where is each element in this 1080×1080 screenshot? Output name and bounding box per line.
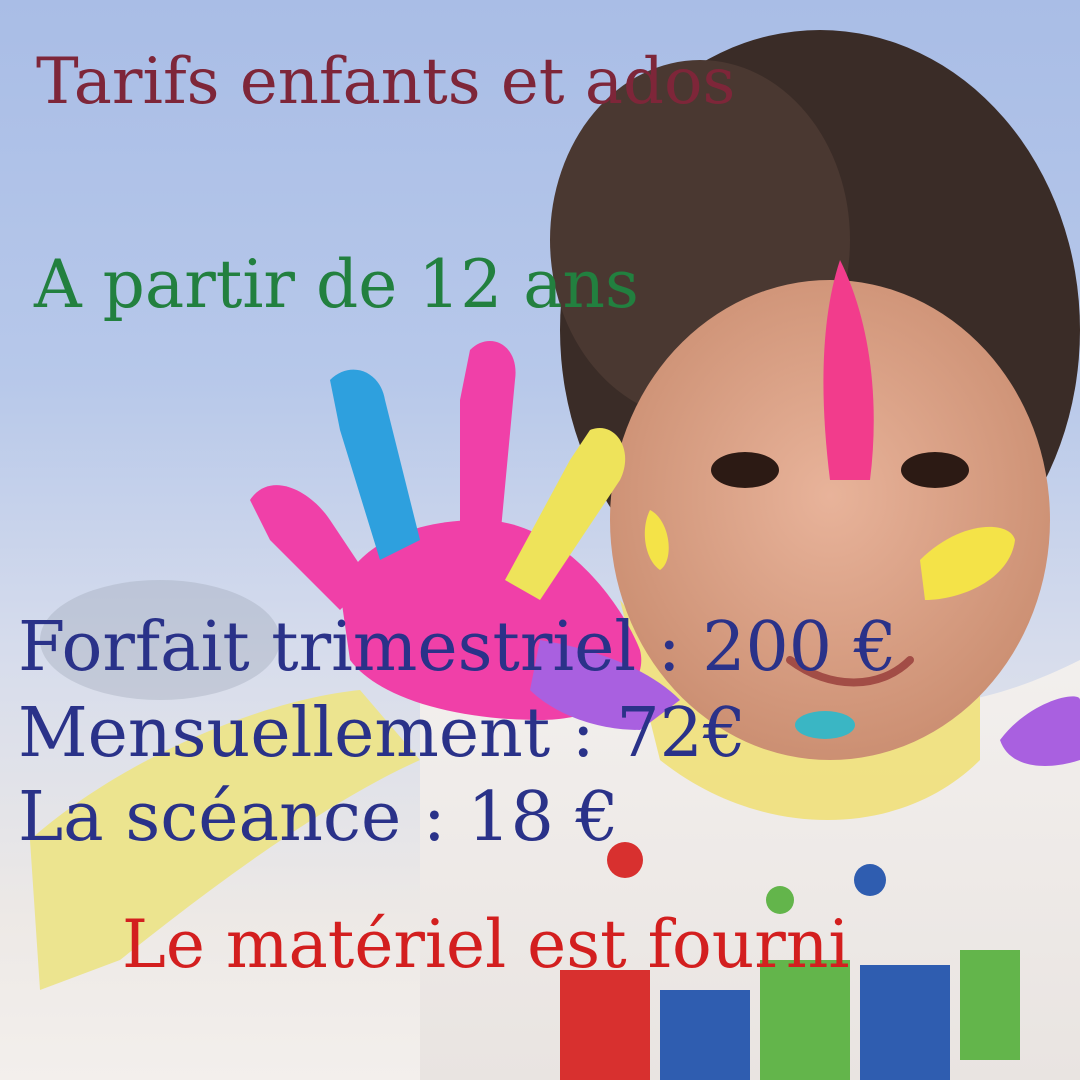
price-monthly: Mensuellement : 72€ xyxy=(18,694,747,773)
materials-note: Le matériel est fourni xyxy=(122,906,850,983)
price-session: La scéance : 18 € xyxy=(18,778,619,857)
price-quarterly: Forfait trimestriel : 200 € xyxy=(18,608,897,687)
age-requirement: A partir de 12 ans xyxy=(34,246,639,323)
page-title: Tarifs enfants et ados xyxy=(36,45,736,119)
